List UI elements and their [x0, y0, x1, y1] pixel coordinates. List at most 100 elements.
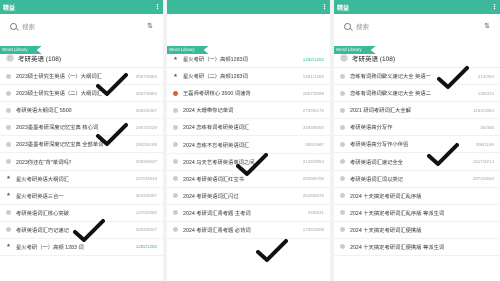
list-item[interactable]: ★ 星火考研（一）高频 1283 词 1282/1282 [0, 239, 163, 257]
list-item[interactable]: 2021 研词考研词汇大全解 1163/1854 [334, 102, 500, 120]
list-item-label: 考研英语大纲词汇 5500 [16, 108, 72, 115]
list-item-count: 2929/6706 [302, 176, 324, 182]
list-item[interactable]: 考研英语大纲词汇 5500 2584/5467 [0, 102, 163, 120]
list-item-count: 3493/8093 [302, 124, 324, 130]
book-icon [6, 124, 11, 130]
list-item[interactable]: 2024 考研词汇青考题 必背词 1756/2609 [167, 222, 330, 240]
list-item-count: 1282/1282 [302, 56, 324, 62]
list-item-count: 1957/2029 [135, 124, 157, 130]
word-library-tag: Word Library [0, 46, 42, 54]
star-icon: ★ [6, 243, 11, 250]
list-item-label: 2024 大珊带你记单词 [183, 108, 234, 115]
list-item[interactable]: 2024 十天搞定考研词汇乱序版 等派生词 [334, 205, 500, 222]
book-icon [340, 107, 345, 113]
list-item-count: 3042/6087 [135, 193, 157, 199]
list-item[interactable]: 2024 恋练有词考研英语词汇 3493/8093 [167, 119, 330, 137]
list-item[interactable]: 考研英语词汇速记全全 1517/3214 [334, 153, 500, 171]
app-bar: 精益 ⋮ [334, 0, 500, 14]
search-placeholder: 搜索 [22, 24, 35, 31]
list-item-label: 2024 恋练不忘考研英语词汇 [183, 142, 250, 149]
book-icon [340, 141, 345, 147]
more-menu-icon[interactable]: ⋮ [321, 3, 328, 11]
book-icon [340, 227, 345, 233]
list-item[interactable]: 王磊师考研核心 3500 词速背 1657/3088 [167, 85, 330, 103]
list-item[interactable]: 2024 十天搞定考研词汇乱序版 [334, 188, 500, 205]
list-item[interactable]: 考研英语高分写作 25/456 [334, 119, 500, 137]
list-item[interactable]: 恋练有词熟词僻义速记大全 英语一 214/394 [334, 68, 500, 86]
list-item[interactable]: 2024 大珊带你记单词 2730/6176 [167, 102, 330, 120]
book-icon [6, 159, 11, 165]
list-item-label: 星火考研（一）高频1283词 [183, 57, 248, 64]
list-item-label: 恋练有词熟词僻义速记大全 英语一 [350, 74, 431, 81]
list-item[interactable]: 恋练有词熟词僻义速记大全 英语二 138/324 [334, 85, 500, 103]
book-icon [340, 193, 345, 199]
list-item-label: 2023墨墨考研深度记忆宝典 核心词 [16, 125, 99, 132]
list-item-count: 2589/5637 [135, 159, 157, 165]
list-item-label: 考研英语词汇核心突破 [16, 210, 69, 217]
list-item[interactable]: ★ 星火考研英语三合一 3042/6087 [0, 188, 163, 205]
list-item-label: 星火考研（一）高频 1283 词 [16, 244, 84, 251]
list-item-label: 考研英语词汇巧记速记 [16, 227, 69, 234]
book-icon [340, 73, 345, 79]
book-icon [173, 142, 178, 148]
list-item-label: 2023硕士研究生英语（一）大纲词汇 [16, 74, 102, 81]
list-item-label: 考研英语词汇速记全全 [350, 159, 403, 166]
list-item[interactable]: 2023墨墨考研深度记忆宝典 全部单词 2802/6188 [0, 136, 163, 154]
sort-icon[interactable]: ⇅ [147, 22, 153, 30]
book-icon [6, 210, 11, 216]
list-item-count: 2584/5467 [135, 107, 157, 113]
list-item[interactable]: 2023墨墨考研深度记忆宝典 核心词 1957/2029 [0, 119, 163, 137]
star-icon: ★ [173, 72, 178, 79]
list-item[interactable]: ★ 星火考研英语大纲词汇 2370/4948 [0, 171, 163, 188]
list-item[interactable]: 2024 十天搞定考研词汇便携版 等派生词 [334, 239, 500, 257]
book-icon [173, 159, 178, 165]
list-item-label: 2021 研词考研词汇大全解 [350, 108, 411, 115]
list-item[interactable]: 2024 考研词汇青考题 主考词 346/531 [167, 205, 330, 222]
book-icon: ▢ [340, 53, 348, 62]
list-item[interactable]: ★ 星火考研（一）高频1283词 1282/1282 [167, 51, 330, 69]
book-icon [340, 244, 345, 250]
book-icon [173, 227, 178, 233]
list-item[interactable]: 2023你还在"背"单词吗？ 2589/5637 [0, 153, 163, 171]
list-item-count: 1281/1282 [302, 73, 324, 79]
book-icon [340, 159, 345, 165]
list-item-label: 2023你还在"背"单词吗？ [16, 159, 74, 166]
list-item[interactable]: 2024 恋练不忘考研英语词汇 866/1987 [167, 136, 330, 154]
list-item[interactable]: ★ 星火考研（二）高频1283词 1281/1282 [167, 68, 330, 86]
list-item-count: 138/324 [477, 90, 494, 96]
list-item-count: 1517/3214 [472, 159, 494, 165]
list-item[interactable]: 考研英语词汇巧记速记 3204/6007 [0, 222, 163, 239]
list-item[interactable]: 2023硕士研究生英语（一）大纲词汇 2597/5684 [0, 68, 163, 86]
list-item-label: 2023墨墨考研深度记忆宝典 全部单词 [16, 142, 104, 149]
list-item-label: 2024 十天搞定考研词汇便携版 等派生词 [350, 244, 445, 251]
list-item-count: 214/394 [477, 73, 494, 79]
search-input[interactable]: 搜索 [344, 19, 478, 33]
list-item[interactable]: 考研英语高分写作小伴侣 398/1169 [334, 136, 500, 154]
star-icon: ★ [6, 175, 11, 182]
list-item[interactable]: 2024 十天搞定考研词汇便携版 [334, 222, 500, 239]
list-item[interactable]: 考研英语词汇核心突破 1470/2060 [0, 205, 163, 222]
list-item[interactable]: 2024 马天艺考研英语单词之间 2128/3994 [167, 154, 330, 171]
search-placeholder: 搜索 [356, 24, 369, 31]
list-item-label: 2023硕士研究生英语（二）大纲词汇 [16, 91, 102, 98]
list-item-label: 2024 考研词汇青考题 主考词 [183, 210, 251, 217]
list-item[interactable]: 2023硕士研究生英语（二）大纲词汇 2597/5684 [0, 85, 163, 103]
list-item-count: 1470/2060 [135, 210, 157, 216]
list-item-count: 1874/3663 [472, 176, 494, 182]
sort-icon[interactable]: ⇅ [484, 22, 490, 30]
list-item-count: 1756/2609 [302, 227, 324, 233]
list-item[interactable]: 2024 考研英语词汇红宝书 2929/6706 [167, 171, 330, 188]
list-item[interactable]: 2024 考研英语词汇闪过 2546/5575 [167, 188, 330, 205]
book-icon [340, 124, 345, 130]
list-item-label: 星火考研（二）高频1283词 [183, 74, 248, 81]
book-icon [340, 176, 345, 182]
book-icon [6, 73, 11, 79]
list-item-label: 2024 恋练有词考研英语词汇 [183, 125, 250, 132]
search-input[interactable]: 搜索 [10, 19, 141, 33]
list-item-count: 398/1169 [475, 141, 494, 147]
more-menu-icon[interactable]: ⋮ [154, 3, 161, 11]
more-menu-icon[interactable]: ⋮ [491, 3, 498, 11]
list-item-label: 2024 考研英语词汇红宝书 [183, 176, 244, 183]
list-item-label: 考研英语高分写作小伴侣 [350, 142, 409, 149]
list-item[interactable]: 考研英语词汇词以类记 1874/3663 [334, 171, 500, 188]
